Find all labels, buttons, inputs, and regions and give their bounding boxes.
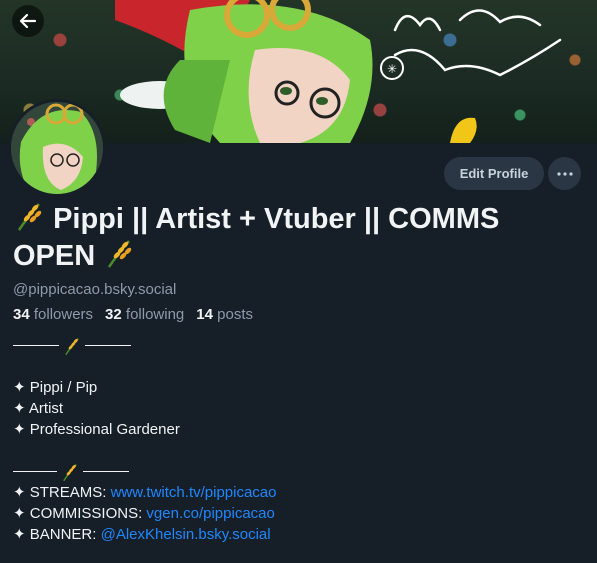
followers-label: followers: [33, 306, 94, 323]
streams-label: ✦ STREAMS:: [13, 484, 111, 501]
streams-link[interactable]: www.twitch.tv/pippicacao: [111, 484, 277, 501]
bio-line: ✦ Artist: [13, 400, 64, 417]
followers-count: 34: [13, 306, 30, 323]
svg-text:✳: ✳: [387, 62, 397, 76]
banner-credit-link[interactable]: @AlexKhelsin.bsky.social: [101, 526, 271, 543]
banner-label: ✦ BANNER:: [13, 526, 101, 543]
following-count: 32: [105, 306, 122, 323]
bio-line: ✦ Professional Gardener: [13, 421, 180, 438]
bio-banner-line: ✦ BANNER: @AlexKhelsin.bsky.social: [13, 524, 588, 545]
bio-line: ✦ Pippi / Pip: [13, 379, 98, 396]
commissions-link[interactable]: vgen.co/pippicacao: [146, 505, 274, 522]
profile-stats: 34 followers 32 following 14 posts: [13, 306, 253, 323]
avatar[interactable]: [8, 99, 106, 197]
display-name: Pippi || Artist + Vtuber || COMMS OPEN: [13, 200, 588, 274]
wheat-emoji-icon: [108, 240, 132, 268]
profile-bio: ✦ Pippi / Pip ✦ Artist ✦ Professional Ga…: [13, 335, 588, 545]
posts-stat: 14 posts: [196, 306, 253, 323]
back-button[interactable]: [12, 5, 44, 37]
display-name-text-2: OPEN: [13, 240, 96, 272]
bio-streams-line: ✦ STREAMS: www.twitch.tv/pippicacao: [13, 482, 588, 503]
commissions-label: ✦ COMMISSIONS:: [13, 505, 147, 522]
edit-profile-button[interactable]: Edit Profile: [444, 157, 544, 190]
following-label: following: [125, 306, 185, 323]
wheat-emoji-icon: [17, 203, 42, 231]
ellipsis-icon: [556, 171, 573, 176]
avatar-image: [11, 102, 103, 194]
profile-handle: @pippicacao.bsky.social: [13, 281, 177, 298]
wheat-emoji-icon: [65, 337, 79, 355]
display-name-text-1: Pippi || Artist + Vtuber || COMMS: [53, 203, 500, 235]
posts-count: 14: [196, 306, 213, 323]
arrow-left-icon: [19, 13, 37, 29]
posts-label: posts: [217, 306, 253, 323]
following-stat[interactable]: 32 following: [105, 306, 184, 323]
bio-divider: [13, 335, 588, 356]
wheat-emoji-icon: [63, 463, 77, 481]
followers-stat[interactable]: 34 followers: [13, 306, 93, 323]
bio-divider: [13, 461, 588, 482]
bio-commissions-line: ✦ COMMISSIONS: vgen.co/pippicacao: [13, 503, 588, 524]
more-options-button[interactable]: [548, 157, 581, 190]
